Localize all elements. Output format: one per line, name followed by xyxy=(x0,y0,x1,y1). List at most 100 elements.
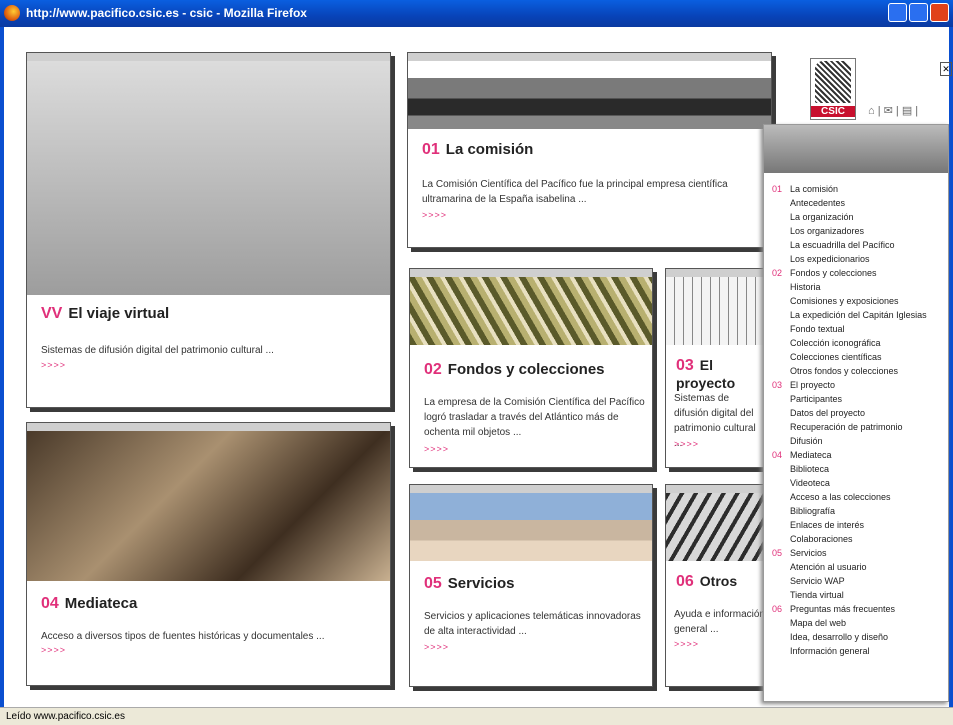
menu-item-number: 02 xyxy=(771,268,782,278)
menu-item-number: 03 xyxy=(771,380,782,390)
menu-item[interactable]: 04 Mediateca xyxy=(764,448,927,462)
building-image xyxy=(410,493,652,561)
menu-item[interactable]: Biblioteca xyxy=(764,462,927,476)
card-number: 05 xyxy=(424,575,442,592)
menu-item[interactable]: Otros fondos y colecciones xyxy=(764,364,927,378)
menu-list: 01 La comisión Antecedentes La organización… xyxy=(764,182,927,658)
menu-item[interactable]: Enlaces de interés xyxy=(764,518,927,532)
more-link[interactable]: >>>> xyxy=(41,645,66,655)
logo-text: CSIC xyxy=(811,106,855,117)
menu-item[interactable]: La expedición del Capitán Iglesias xyxy=(764,308,927,322)
menu-item[interactable]: Colección iconográfica xyxy=(764,336,927,350)
menu-item-label: Servicios xyxy=(790,548,827,558)
card-la-comision[interactable]: 01 La comisión La Comisión Científica del… xyxy=(407,52,772,248)
tree-emblem xyxy=(815,61,851,103)
card-title[interactable]: Mediateca xyxy=(65,595,138,612)
card-title[interactable]: La comisión xyxy=(446,141,534,158)
menu-item[interactable]: 02 Fondos y colecciones xyxy=(764,266,927,280)
toolbar-icons: ⌂ | ✉ | ▤ | xyxy=(868,105,919,117)
card-mediateca[interactable]: 04 Mediateca Acceso a diversos tipos de f… xyxy=(26,422,391,686)
menu-item[interactable]: Información general xyxy=(764,644,927,658)
card-title[interactable]: Fondos y colecciones xyxy=(448,361,605,378)
menu-item[interactable]: Colecciones científicas xyxy=(764,350,927,364)
menu-item-label: Colección iconográfica xyxy=(790,338,881,348)
more-link[interactable]: >>>> xyxy=(424,642,449,652)
harbor-image xyxy=(408,61,771,129)
menu-item[interactable]: Comisiones y exposiciones xyxy=(764,294,927,308)
card-title[interactable]: Servicios xyxy=(448,575,515,592)
mail-icon[interactable]: ✉ xyxy=(884,105,893,117)
menu-item-label: Colecciones científicas xyxy=(790,352,882,362)
firefox-icon xyxy=(4,5,20,21)
menu-item[interactable]: Recuperación de patrimonio xyxy=(764,420,927,434)
menu-item[interactable]: Difusión xyxy=(764,434,927,448)
menu-item-number: 04 xyxy=(771,450,782,460)
card-otros[interactable]: 06 Otros Ayuda e información general ... … xyxy=(665,484,765,687)
ship-image xyxy=(27,61,390,295)
menu-item-number: 05 xyxy=(771,548,782,558)
card-number: 01 xyxy=(422,141,440,158)
window-titlebar: http://www.pacifico.csic.es - csic - Moz… xyxy=(0,0,953,27)
more-link[interactable]: >>>> xyxy=(674,439,699,449)
card-fondos-colecciones[interactable]: 02 Fondos y colecciones La empresa de la … xyxy=(409,268,653,468)
menu-item-label: Enlaces de interés xyxy=(790,520,865,530)
expedition-photo-image xyxy=(27,431,390,581)
menu-item[interactable]: Mapa del web xyxy=(764,616,927,630)
menu-item[interactable]: Los expedicionarios xyxy=(764,252,927,266)
card-description: La empresa de la Comisión Científica del… xyxy=(424,397,645,438)
menu-item[interactable]: Colaboraciones xyxy=(764,532,927,546)
menu-item[interactable]: Datos del proyecto xyxy=(764,406,927,420)
card-el-proyecto[interactable]: 03 El proyecto Sistemas de difusión digit… xyxy=(665,268,765,468)
menu-item[interactable]: Idea, desarrollo y diseño xyxy=(764,630,927,644)
more-link[interactable]: >>>> xyxy=(422,210,447,220)
menu-item[interactable]: Participantes xyxy=(764,392,927,406)
menu-item[interactable]: Acceso a las colecciones xyxy=(764,490,927,504)
menu-item[interactable]: Atención al usuario xyxy=(764,560,927,574)
menu-item-label: El proyecto xyxy=(790,380,836,390)
menu-item-label: Servicio WAP xyxy=(790,576,845,586)
window-title: http://www.pacifico.csic.es - csic - Moz… xyxy=(26,6,307,20)
menu-item-label: Participantes xyxy=(790,394,843,404)
csic-logo[interactable]: CSIC xyxy=(810,58,856,120)
menu-item-label: Historia xyxy=(790,282,821,292)
document-icon[interactable]: ▤ xyxy=(902,105,912,117)
card-servicios[interactable]: 05 Servicios Servicios y aplicaciones tel… xyxy=(409,484,653,687)
close-button[interactable] xyxy=(930,3,949,22)
menu-item[interactable]: Servicio WAP xyxy=(764,574,927,588)
card-title[interactable]: Otros xyxy=(700,573,737,589)
menu-item-label: Comisiones y exposiciones xyxy=(790,296,899,306)
menu-item-label: Los organizadores xyxy=(790,226,865,236)
card-description: Sistemas de difusión digital del patrimo… xyxy=(41,345,274,356)
drawing-image xyxy=(666,277,764,345)
more-link[interactable]: >>>> xyxy=(424,444,449,454)
menu-item-label: Los expedicionarios xyxy=(790,254,870,264)
card-viaje-virtual[interactable]: VV El viaje virtual Sistemas de difusión … xyxy=(26,52,391,408)
menu-item[interactable]: La escuadrilla del Pacífico xyxy=(764,238,927,252)
menu-item[interactable]: Antecedentes xyxy=(764,196,927,210)
menu-item[interactable]: 06 Preguntas más frecuentes xyxy=(764,602,927,616)
card-number: VV xyxy=(41,305,63,322)
menu-item-label: Colaboraciones xyxy=(790,534,853,544)
menu-item[interactable]: La organización xyxy=(764,210,927,224)
home-icon[interactable]: ⌂ xyxy=(868,105,875,117)
menu-item-label: Acceso a las colecciones xyxy=(790,492,891,502)
card-title[interactable]: El viaje virtual xyxy=(68,305,169,322)
menu-item[interactable]: Videoteca xyxy=(764,476,927,490)
minimize-button[interactable] xyxy=(888,3,907,22)
menu-item[interactable]: 03 El proyecto xyxy=(764,378,927,392)
menu-item[interactable]: Historia xyxy=(764,280,927,294)
menu-item-label: Atención al usuario xyxy=(790,562,867,572)
more-link[interactable]: >>>> xyxy=(674,639,699,649)
more-link[interactable]: >>>> xyxy=(41,360,66,370)
menu-item[interactable]: Fondo textual xyxy=(764,322,927,336)
menu-item[interactable]: 05 Servicios xyxy=(764,546,927,560)
menu-item[interactable]: 01 La comisión xyxy=(764,182,927,196)
menu-item[interactable]: Los organizadores xyxy=(764,224,927,238)
menu-item[interactable]: Bibliografía xyxy=(764,504,927,518)
maximize-button[interactable] xyxy=(909,3,928,22)
menu-item-label: Biblioteca xyxy=(790,464,830,474)
menu-item-label: Preguntas más frecuentes xyxy=(790,604,896,614)
menu-item[interactable]: Tienda virtual xyxy=(764,588,927,602)
menu-item-label: Datos del proyecto xyxy=(790,408,866,418)
close-icon[interactable]: ✕ xyxy=(940,62,952,76)
